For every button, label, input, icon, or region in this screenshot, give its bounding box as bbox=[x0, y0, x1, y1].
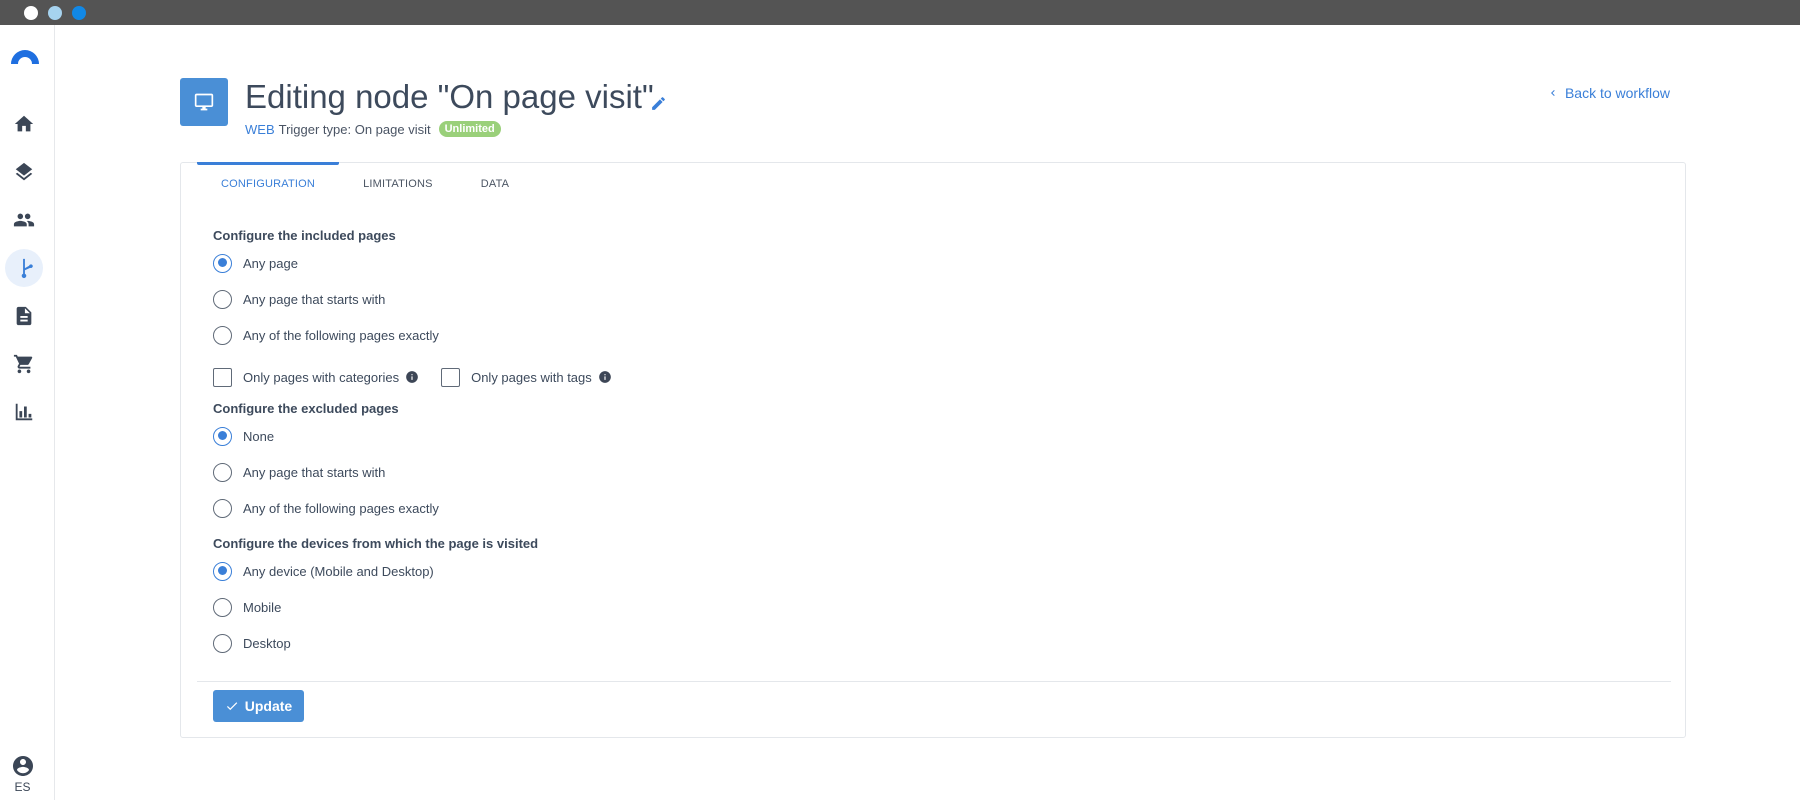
option-label: Desktop bbox=[243, 635, 291, 651]
channel-label: WEB bbox=[245, 121, 275, 137]
excluded-option-exact-pages[interactable]: Any of the following pages exactly bbox=[213, 490, 634, 526]
window-minimize-dot[interactable] bbox=[48, 6, 62, 20]
app-logo-icon[interactable] bbox=[9, 45, 41, 65]
device-option-desktop[interactable]: Desktop bbox=[213, 625, 634, 661]
update-button-label: Update bbox=[244, 698, 293, 714]
page-title: Editing node "On page visit" bbox=[245, 78, 654, 115]
option-label: Any page that starts with bbox=[243, 464, 386, 480]
chevron-left-icon bbox=[1550, 90, 1555, 96]
radio-button[interactable] bbox=[213, 426, 232, 446]
radio-button[interactable] bbox=[213, 253, 232, 273]
tab-limitations[interactable]: LIMITATIONS bbox=[339, 163, 457, 197]
radio-button[interactable] bbox=[213, 633, 232, 653]
radio-button[interactable] bbox=[213, 325, 232, 345]
sidebar-item-home[interactable] bbox=[5, 105, 43, 143]
check-icon bbox=[226, 702, 238, 711]
included-pages-label: Configure the included pages bbox=[213, 228, 396, 243]
workflow-icon bbox=[21, 258, 33, 279]
device-option-mobile[interactable]: Mobile bbox=[213, 589, 634, 625]
node-config-form: Configure the included pages Any page An… bbox=[213, 228, 634, 661]
excluded-pages-label: Configure the excluded pages bbox=[213, 401, 399, 416]
checkbox-label: Only pages with tags bbox=[471, 369, 592, 385]
update-button[interactable]: Update bbox=[213, 690, 304, 722]
bar-chart-icon bbox=[15, 403, 33, 421]
node-subtitle: WEB Trigger type: On page visit Unlimite… bbox=[245, 121, 501, 137]
option-label: Any of the following pages exactly bbox=[243, 327, 439, 343]
user-menu[interactable]: ES bbox=[0, 754, 45, 794]
unlimited-badge: Unlimited bbox=[438, 121, 501, 137]
tab-data[interactable]: DATA bbox=[457, 163, 534, 197]
cart-icon bbox=[13, 354, 33, 374]
checkbox-label: Only pages with categories bbox=[243, 369, 400, 385]
form-divider bbox=[197, 681, 1671, 682]
excluded-option-starts-with[interactable]: Any page that starts with bbox=[213, 454, 634, 490]
option-label: Any device (Mobile and Desktop) bbox=[243, 563, 434, 579]
sidebar-item-workflows[interactable] bbox=[5, 249, 43, 287]
radio-button[interactable] bbox=[213, 289, 232, 309]
included-option-exact-pages[interactable]: Any of the following pages exactly bbox=[213, 317, 634, 353]
document-icon bbox=[16, 306, 32, 326]
trigger-type-label: Trigger type: On page visit bbox=[278, 121, 431, 137]
info-icon[interactable] bbox=[598, 370, 612, 384]
edit-title-button[interactable] bbox=[650, 95, 667, 112]
sidebar-item-shop[interactable] bbox=[5, 345, 43, 383]
tab-configuration[interactable]: CONFIGURATION bbox=[197, 162, 340, 197]
pencil-icon bbox=[652, 97, 665, 110]
sidebar-item-documents[interactable] bbox=[5, 297, 43, 335]
back-to-workflow-link[interactable]: Back to workflow bbox=[1547, 85, 1670, 101]
checkbox[interactable] bbox=[441, 367, 461, 387]
account-icon bbox=[12, 756, 33, 776]
option-label: None bbox=[243, 428, 275, 444]
window-maximize-dot[interactable] bbox=[72, 6, 86, 20]
monitor-icon bbox=[194, 93, 214, 111]
option-label: Any page bbox=[243, 255, 298, 271]
included-option-any-page[interactable]: Any page bbox=[213, 245, 634, 281]
radio-button[interactable] bbox=[213, 597, 232, 617]
layers-icon bbox=[15, 162, 33, 181]
device-option-any[interactable]: Any device (Mobile and Desktop) bbox=[213, 553, 634, 589]
devices-label: Configure the devices from which the pag… bbox=[213, 536, 539, 551]
excluded-option-none[interactable]: None bbox=[213, 418, 634, 454]
user-language-label: ES bbox=[14, 780, 31, 794]
back-link-label: Back to workflow bbox=[1564, 85, 1670, 101]
radio-button[interactable] bbox=[213, 498, 232, 518]
checkbox[interactable] bbox=[213, 367, 232, 387]
info-icon[interactable] bbox=[405, 370, 419, 384]
page-filter-checkboxes: Only pages with categories Only pages wi… bbox=[213, 357, 634, 397]
option-label: Any page that starts with bbox=[243, 291, 386, 307]
option-label: Mobile bbox=[243, 599, 282, 615]
radio-button[interactable] bbox=[213, 462, 232, 482]
people-icon bbox=[13, 213, 35, 227]
only-categories-checkbox-item[interactable]: Only pages with categories bbox=[213, 367, 419, 387]
sidebar: ES bbox=[0, 25, 55, 800]
window-close-dot[interactable] bbox=[24, 6, 38, 20]
node-type-icon-box bbox=[180, 78, 228, 126]
option-label: Any of the following pages exactly bbox=[243, 500, 439, 516]
window-titlebar bbox=[0, 0, 1800, 25]
radio-button[interactable] bbox=[213, 561, 232, 581]
home-icon bbox=[14, 115, 34, 132]
sidebar-item-layers[interactable] bbox=[5, 153, 43, 191]
configuration-card: CONFIGURATION LIMITATIONS DATA Configure… bbox=[180, 162, 1686, 738]
sidebar-item-analytics[interactable] bbox=[5, 393, 43, 431]
sidebar-item-people[interactable] bbox=[5, 201, 43, 239]
only-tags-checkbox-item[interactable]: Only pages with tags bbox=[441, 367, 612, 387]
tab-bar: CONFIGURATION LIMITATIONS DATA bbox=[197, 162, 534, 197]
included-option-starts-with[interactable]: Any page that starts with bbox=[213, 281, 634, 317]
